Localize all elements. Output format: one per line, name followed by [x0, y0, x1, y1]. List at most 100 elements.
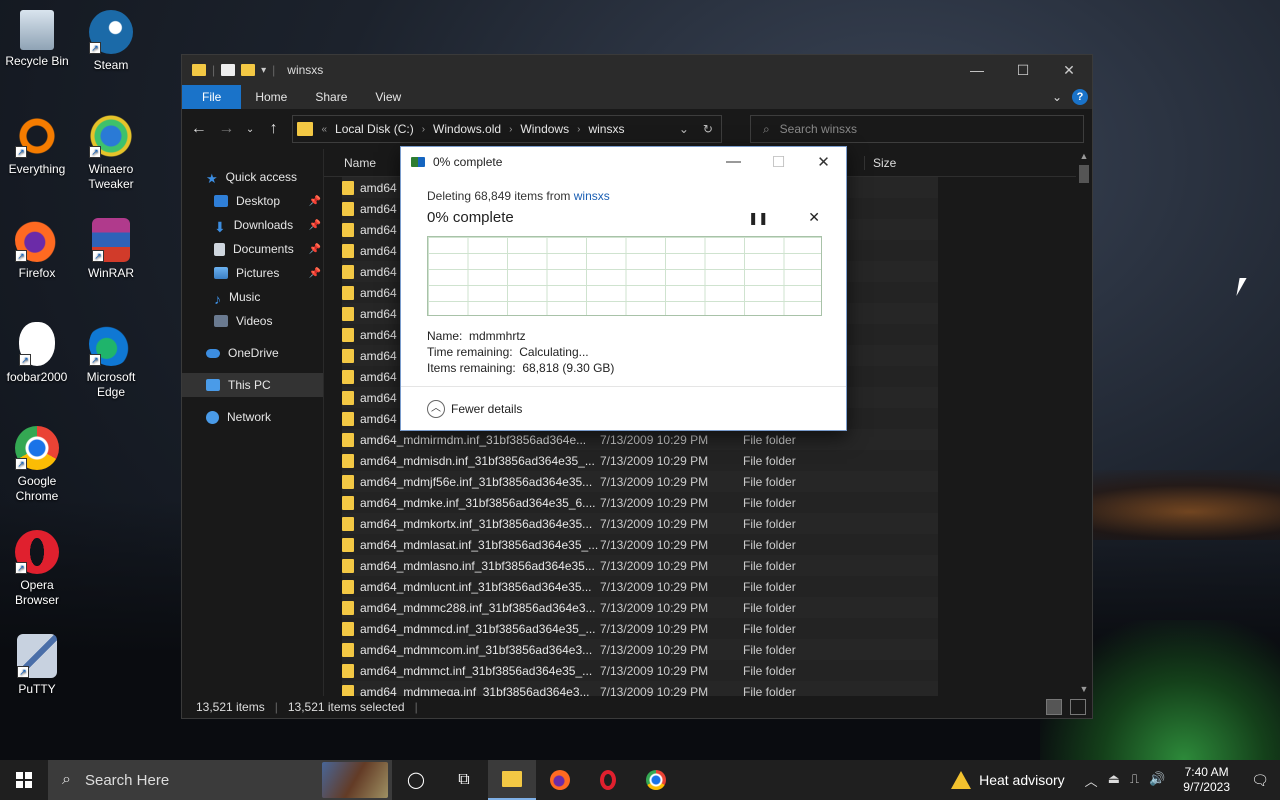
scroll-up-icon[interactable]: ▲ — [1076, 151, 1092, 161]
weather-widget[interactable]: Heat advisory — [939, 771, 1077, 789]
taskbar-opera[interactable] — [584, 760, 632, 800]
desktop-icon-recycle-bin[interactable]: Recycle Bin — [0, 10, 74, 69]
close-button[interactable]: ✕ — [1046, 55, 1092, 85]
minimize-button[interactable]: — — [954, 55, 1000, 85]
desktop-icon-steam[interactable]: ↗ Steam — [74, 10, 148, 73]
address-path[interactable]: « Local Disk (C:) › Windows.old › Window… — [292, 115, 722, 143]
table-row[interactable]: amd64_mdmmcd.inf_31bf3856ad364e35_... 7/1… — [342, 618, 938, 639]
tab-file[interactable]: File — [182, 85, 242, 109]
nav-music[interactable]: ♪ Music — [182, 285, 323, 309]
desktop-icon-winrar[interactable]: ↗ WinRAR — [74, 218, 148, 281]
fewer-details-button[interactable]: ︿ Fewer details — [401, 386, 846, 430]
tab-home[interactable]: Home — [241, 85, 301, 109]
notification-center-button[interactable]: 🗨 — [1240, 772, 1280, 789]
close-button[interactable]: ✕ — [801, 153, 846, 171]
file-name-cell: amd64_mdmmcom.inf_31bf3856ad364e3... — [342, 642, 598, 657]
breadcrumb-windows-old[interactable]: Windows.old — [433, 122, 501, 136]
vertical-scrollbar[interactable]: ▲ ▼ — [1076, 149, 1092, 696]
task-view-button[interactable]: ⧉ — [440, 760, 488, 800]
taskbar-file-explorer[interactable] — [488, 760, 536, 800]
table-row[interactable]: amd64_mdmirmdm.inf_31bf3856ad364e... 7/13… — [342, 429, 938, 450]
breadcrumb-windows[interactable]: Windows — [520, 122, 569, 136]
nav-onedrive[interactable]: OneDrive — [182, 341, 323, 365]
column-size[interactable]: Size — [864, 155, 938, 170]
table-row[interactable]: amd64_mdmlucnt.inf_31bf3856ad364e35... 7/… — [342, 576, 938, 597]
table-row[interactable]: amd64_mdmmct.inf_31bf3856ad364e35_... 7/1… — [342, 660, 938, 681]
table-row[interactable]: amd64_mdmke.inf_31bf3856ad364e35_6.... 7/… — [342, 492, 938, 513]
expand-ribbon-icon[interactable]: ⌄ — [1052, 90, 1062, 104]
desktop-icon-putty[interactable]: ↗ PuTTY — [0, 634, 74, 697]
table-row[interactable]: amd64_mdmlasno.inf_31bf3856ad364e35... 7/… — [342, 555, 938, 576]
file-name: amd64_mdmkortx.inf_31bf3856ad364e35... — [360, 516, 593, 531]
scroll-thumb[interactable] — [1079, 165, 1089, 183]
search-input[interactable]: ⌕ Search winsxs — [749, 115, 1084, 143]
folder-icon — [342, 285, 354, 300]
nav-videos[interactable]: Videos — [182, 309, 323, 333]
chevron-right-icon[interactable]: › — [509, 124, 512, 135]
document-icon — [214, 242, 225, 256]
table-row[interactable]: amd64_mdmmcom.inf_31bf3856ad364e3... 7/13… — [342, 639, 938, 660]
help-icon[interactable]: ? — [1072, 89, 1088, 105]
nav-documents[interactable]: Documents 📌 — [182, 237, 323, 261]
desktop-icon-opera[interactable]: ↗ Opera Browser — [0, 530, 74, 608]
table-row[interactable]: amd64_mdmkortx.inf_31bf3856ad364e35... 7/… — [342, 513, 938, 534]
large-icons-view-icon[interactable] — [1070, 699, 1086, 715]
properties-icon[interactable] — [221, 64, 236, 76]
chevron-up-icon[interactable]: ︿ — [1085, 771, 1098, 790]
desktop-icon-foobar[interactable]: ↗ foobar2000 — [0, 322, 74, 385]
table-row[interactable]: amd64_mdmlasat.inf_31bf3856ad364e35_... 7… — [342, 534, 938, 555]
file-name: amd64 — [360, 201, 397, 216]
path-overflow-icon[interactable]: « — [321, 124, 327, 135]
taskbar-chrome[interactable] — [632, 760, 680, 800]
desktop-icon-chrome[interactable]: ↗ Google Chrome — [0, 426, 74, 504]
nav-network[interactable]: Network — [182, 405, 323, 429]
file-type: File folder — [743, 558, 796, 573]
network-icon[interactable]: ⎍ — [1130, 771, 1139, 790]
table-row[interactable]: amd64_mdmmc288.inf_31bf3856ad364e3... 7/1… — [342, 597, 938, 618]
pause-button[interactable]: ❚❚ — [748, 211, 768, 225]
taskbar-search[interactable]: ⌕ Search Here — [48, 760, 392, 800]
nav-this-pc[interactable]: This PC — [182, 373, 323, 397]
chevron-right-icon[interactable]: › — [577, 124, 580, 135]
minimize-button[interactable]: — — [711, 153, 756, 171]
cortana-button[interactable]: ◯ — [392, 760, 440, 800]
table-row[interactable]: amd64_mdmisdn.inf_31bf3856ad364e35_... 7/… — [342, 450, 938, 471]
tab-view[interactable]: View — [361, 85, 415, 109]
desktop-icon-winaero[interactable]: ↗ Winaero Tweaker — [74, 114, 148, 192]
new-folder-icon[interactable] — [241, 64, 256, 76]
usb-icon[interactable]: ⏏ — [1108, 771, 1120, 790]
desktop-icon-firefox[interactable]: ↗ Firefox — [0, 218, 74, 281]
scroll-down-icon[interactable]: ▼ — [1076, 684, 1092, 694]
refresh-icon[interactable]: ↻ — [703, 122, 713, 136]
maximize-button[interactable]: ☐ — [1000, 55, 1046, 85]
up-arrow-icon[interactable]: ↑ — [265, 120, 283, 138]
breadcrumb-winsxs[interactable]: winsxs — [588, 122, 624, 136]
source-folder-link[interactable]: winsxs — [574, 189, 610, 203]
pin-icon[interactable]: 📌 — [309, 244, 321, 255]
taskbar-firefox[interactable] — [536, 760, 584, 800]
pin-icon[interactable]: 📌 — [309, 268, 321, 279]
nav-pictures[interactable]: Pictures 📌 — [182, 261, 323, 285]
desktop-icon-everything[interactable]: ↗ Everything — [0, 114, 74, 177]
nav-downloads[interactable]: ⬇ Downloads 📌 — [182, 213, 323, 237]
chevron-down-icon[interactable]: ⌄ — [679, 122, 689, 136]
volume-icon[interactable]: 🔊 — [1149, 771, 1165, 790]
start-button[interactable] — [0, 760, 48, 800]
folder-icon — [192, 64, 206, 76]
recent-locations-icon[interactable]: ⌄ — [245, 124, 255, 135]
table-row[interactable]: amd64_mdmjf56e.inf_31bf3856ad364e35... 7/… — [342, 471, 938, 492]
forward-arrow-icon[interactable]: → — [218, 120, 236, 138]
pin-icon[interactable]: 📌 — [309, 220, 321, 231]
breadcrumb-local-disk[interactable]: Local Disk (C:) — [335, 122, 414, 136]
tab-share[interactable]: Share — [301, 85, 361, 109]
chevron-right-icon[interactable]: › — [422, 124, 425, 135]
desktop-icon-edge[interactable]: ↗ Microsoft Edge — [74, 322, 148, 400]
cancel-button[interactable]: ✕ — [808, 209, 820, 226]
nav-desktop[interactable]: Desktop 📌 — [182, 189, 323, 213]
details-view-icon[interactable] — [1046, 699, 1062, 715]
customize-toolbar-icon[interactable]: ▾ — [261, 65, 266, 76]
nav-quick-access[interactable]: ★ Quick access — [182, 165, 323, 189]
pin-icon[interactable]: 📌 — [309, 196, 321, 207]
clock[interactable]: 7:40 AM 9/7/2023 — [1173, 765, 1240, 795]
back-arrow-icon[interactable]: ← — [190, 120, 208, 138]
